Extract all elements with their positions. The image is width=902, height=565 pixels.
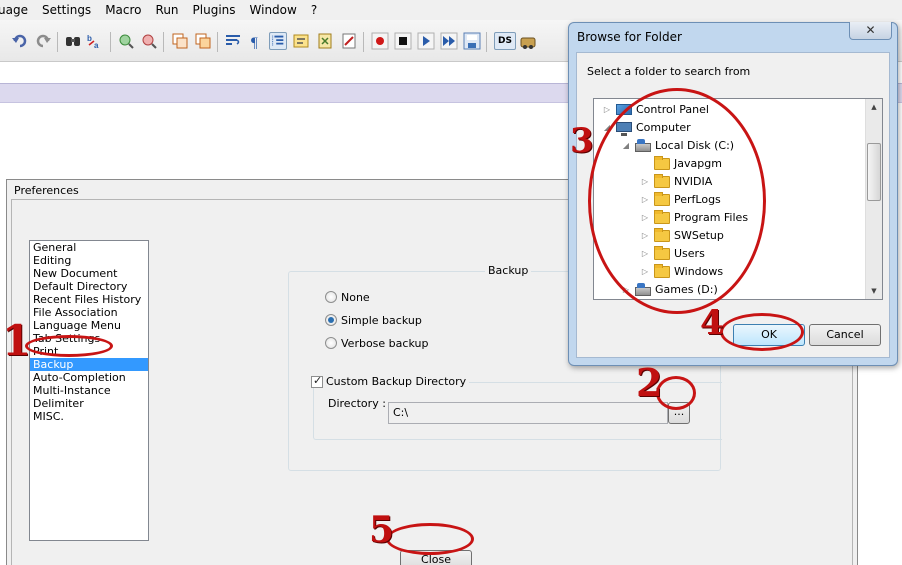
category-general[interactable]: General: [30, 241, 148, 254]
category-misc[interactable]: MISC.: [30, 410, 148, 423]
radio-none-label: None: [341, 290, 370, 304]
menu-bar: uage Settings Macro Run Plugins Window ?: [0, 0, 902, 20]
annotation-ring-5: [386, 523, 474, 555]
custom-directory-label: Custom Backup Directory: [326, 375, 467, 388]
category-delimiter[interactable]: Delimiter: [30, 397, 148, 410]
document-map-icon[interactable]: [316, 32, 334, 50]
radio-verbose-label: Verbose backup: [341, 336, 429, 350]
svg-text:b: b: [87, 34, 92, 43]
zoom-in-icon[interactable]: [117, 32, 135, 50]
radio-simple-label: Simple backup: [341, 313, 422, 327]
menu-help[interactable]: ?: [304, 0, 324, 20]
undo-icon[interactable]: [11, 32, 29, 50]
annotation-number-4: 4: [700, 303, 724, 343]
zoom-out-icon[interactable]: [140, 32, 158, 50]
sync-vertical-icon[interactable]: [171, 32, 189, 50]
radio-simple-backup[interactable]: [325, 314, 337, 326]
toolbar-separator: [486, 32, 487, 52]
browse-instruction: Select a folder to search from: [587, 65, 751, 78]
find-icon[interactable]: [64, 32, 82, 50]
toolbar-separator: [363, 32, 364, 52]
scroll-down-arrow-icon[interactable]: ▼: [866, 283, 882, 299]
annotation-ring-3: [588, 88, 766, 314]
run-macro-multiple-icon[interactable]: [440, 32, 458, 50]
close-icon[interactable]: ✕: [849, 22, 892, 40]
category-file-association[interactable]: File Association: [30, 306, 148, 319]
browse-dialog-title: Browse for Folder: [577, 30, 682, 44]
radio-verbose-backup[interactable]: [325, 337, 337, 349]
menu-window[interactable]: Window: [243, 0, 304, 20]
custom-directory-toggle[interactable]: Custom Backup Directory: [308, 374, 470, 388]
ds-icon[interactable]: DS: [494, 32, 516, 50]
category-auto-completion[interactable]: Auto-Completion: [30, 371, 148, 384]
record-macro-icon[interactable]: [371, 32, 389, 50]
annotation-number-2: 2: [636, 360, 663, 405]
cancel-button[interactable]: Cancel: [809, 324, 881, 346]
radio-none[interactable]: [325, 291, 337, 303]
plugin-icon[interactable]: [519, 32, 537, 50]
play-macro-icon[interactable]: [417, 32, 435, 50]
sync-horizontal-icon[interactable]: [194, 32, 212, 50]
directory-field[interactable]: C:\: [388, 402, 668, 424]
redo-icon[interactable]: [34, 32, 52, 50]
category-recent-files-history[interactable]: Recent Files History: [30, 293, 148, 306]
annotation-number-1: 1: [2, 316, 32, 365]
annotation-ring-4: [720, 313, 804, 351]
menu-run[interactable]: Run: [149, 0, 186, 20]
svg-text:¶: ¶: [251, 35, 258, 50]
save-macro-icon[interactable]: [463, 32, 481, 50]
category-editing[interactable]: Editing: [30, 254, 148, 267]
expand-arrow-icon[interactable]: ▷: [602, 105, 612, 114]
show-all-characters-icon[interactable]: ¶: [247, 32, 265, 50]
toolbar-separator: [110, 32, 111, 52]
toolbar-separator: [57, 32, 58, 52]
toolbar-separator: [217, 32, 218, 52]
word-wrap-icon[interactable]: [224, 32, 242, 50]
stop-recording-icon[interactable]: [394, 32, 412, 50]
preferences-title: Preferences: [14, 184, 79, 197]
annotation-ring-1: [25, 335, 113, 357]
category-default-directory[interactable]: Default Directory: [30, 280, 148, 293]
directory-label: Directory :: [328, 397, 386, 410]
backup-option-verbose[interactable]: Verbose backup: [325, 336, 428, 350]
category-multi-instance[interactable]: Multi-Instance: [30, 384, 148, 397]
scroll-up-arrow-icon[interactable]: ▲: [866, 99, 882, 115]
annotation-number-5: 5: [369, 509, 395, 551]
toolbar-separator: [163, 32, 164, 52]
category-new-document[interactable]: New Document: [30, 267, 148, 280]
backup-option-simple[interactable]: Simple backup: [325, 313, 422, 327]
svg-text:a: a: [94, 41, 99, 50]
replace-icon[interactable]: ba: [86, 32, 104, 50]
function-list-icon[interactable]: [340, 32, 358, 50]
backup-option-none[interactable]: None: [325, 290, 370, 304]
menu-plugins[interactable]: Plugins: [186, 0, 243, 20]
menu-settings[interactable]: Settings: [35, 0, 98, 20]
category-list: General Editing New Document Default Dir…: [29, 240, 149, 541]
menu-macro[interactable]: Macro: [98, 0, 148, 20]
menu-language[interactable]: uage: [0, 0, 35, 20]
scroll-thumb[interactable]: [867, 143, 881, 201]
indent-guide-icon[interactable]: [269, 32, 287, 50]
tree-scrollbar[interactable]: ▲ ▼: [865, 99, 882, 299]
backup-group-title: Backup: [485, 264, 532, 277]
custom-directory-checkbox[interactable]: [311, 374, 323, 388]
category-backup[interactable]: Backup: [30, 358, 148, 371]
category-language-menu[interactable]: Language Menu: [30, 319, 148, 332]
user-language-icon[interactable]: [292, 32, 310, 50]
annotation-number-3: 3: [570, 121, 594, 161]
